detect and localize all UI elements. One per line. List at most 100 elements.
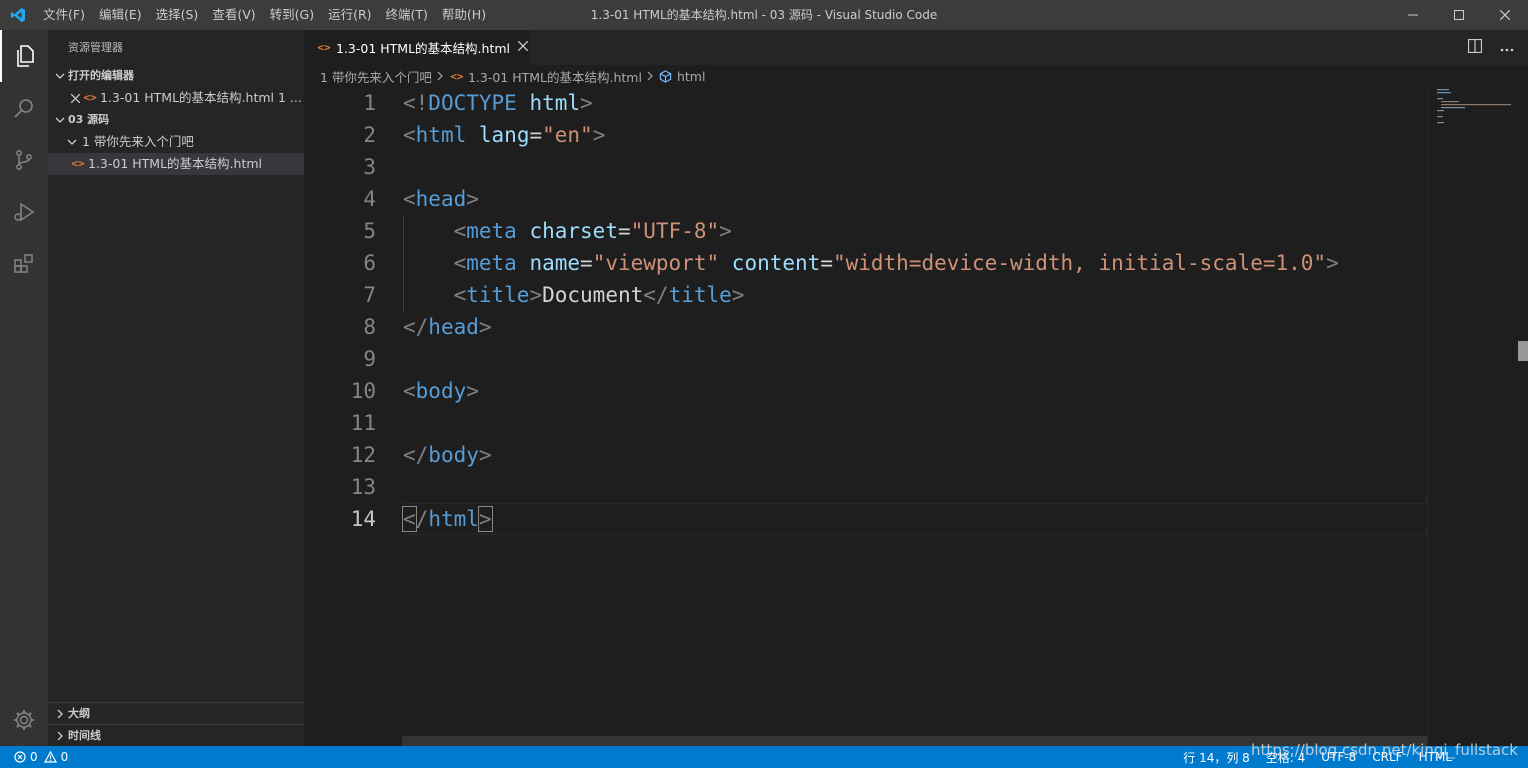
symbol-icon — [659, 69, 672, 83]
menu-edit[interactable]: 编辑(E) — [92, 0, 149, 30]
menu-terminal[interactable]: 终端(T) — [379, 0, 435, 30]
error-count: 0 — [30, 750, 38, 764]
code-editor[interactable]: 1 2 3 4 5 6 7 8 9 10 11 12 13 14 <!DOCTYPE html> <html… — [304, 87, 1528, 746]
code-line: ​ — [403, 471, 1339, 503]
scrollbar-thumb[interactable] — [1518, 341, 1528, 361]
chevron-right-icon — [647, 69, 654, 84]
vscode-logo-icon — [0, 0, 36, 30]
code-token: </ — [403, 443, 429, 467]
code-token: body — [428, 443, 479, 467]
folder-item[interactable]: 1 带你先来入个门吧 — [48, 131, 304, 153]
maximize-button[interactable] — [1436, 0, 1482, 30]
outline-label: 大纲 — [68, 706, 90, 720]
extensions-activity[interactable] — [0, 238, 48, 290]
breadcrumb-folder[interactable]: 1 带你先来入个门吧 — [320, 67, 432, 86]
search-icon — [14, 99, 33, 118]
more-actions-button[interactable] — [1500, 41, 1514, 55]
close-icon — [1500, 10, 1510, 20]
code-token: DOCTYPE — [428, 91, 517, 115]
menu-selection[interactable]: 选择(S) — [149, 0, 206, 30]
code-token: < — [453, 251, 467, 275]
code-token: name — [529, 251, 581, 275]
manage-activity[interactable] — [0, 700, 48, 740]
html-file-icon: <> — [71, 157, 85, 170]
menu-run[interactable]: 运行(R) — [321, 0, 378, 30]
activity-bar — [0, 30, 48, 746]
code-token: lang — [478, 123, 530, 147]
code-line: <body> — [403, 375, 1339, 407]
chevron-down-icon — [64, 137, 80, 147]
workspace-header[interactable]: 03 源码 — [48, 109, 304, 131]
code-line: <meta charset="UTF-8"> — [403, 215, 1339, 247]
editor-tab-active[interactable]: <> 1.3-01 HTML的基本结构.html — [304, 30, 530, 65]
code-token: < — [453, 219, 467, 243]
code-token: head — [415, 187, 467, 211]
timeline-label: 时间线 — [68, 728, 101, 742]
close-icon[interactable] — [68, 93, 82, 103]
explorer-sidebar: 资源管理器 打开的编辑器 <> 1.3-01 HTML的基本结构.html 1 … — [48, 30, 304, 746]
close-window-button[interactable] — [1482, 0, 1528, 30]
code-token: > — [580, 91, 593, 115]
chevron-down-icon — [52, 71, 68, 81]
code-token: title — [466, 283, 530, 307]
line-number: 8 — [363, 315, 376, 339]
close-tab-button[interactable] — [517, 40, 529, 55]
window-controls — [1390, 0, 1528, 30]
maximize-icon — [1454, 10, 1464, 20]
breadcrumb-file[interactable]: 1.3-01 HTML的基本结构.html — [468, 67, 642, 86]
split-editor-icon — [1467, 38, 1483, 54]
split-editor-button[interactable] — [1467, 38, 1483, 56]
open-editors-label: 打开的编辑器 — [68, 69, 134, 82]
chevron-right-icon — [437, 69, 444, 84]
timeline-header[interactable]: 时间线 — [48, 724, 304, 746]
line-number: 7 — [363, 283, 376, 307]
code-token: content — [731, 251, 821, 275]
sidebar-title: 资源管理器 — [68, 41, 123, 54]
workspace-label: 03 源码 — [68, 113, 110, 126]
outline-header[interactable]: 大纲 — [48, 702, 304, 724]
title-bar: 文件(F) 编辑(E) 选择(S) 查看(V) 转到(G) 运行(R) 终端(T… — [0, 0, 1528, 30]
code-token: > — [478, 315, 492, 339]
code-line: <title>Document</title> — [403, 279, 1339, 311]
minimize-button[interactable] — [1390, 0, 1436, 30]
source-control-activity[interactable] — [0, 134, 48, 186]
line-number: 12 — [350, 443, 376, 467]
code-token: = — [529, 123, 543, 147]
code-line: <html lang="en"> — [403, 119, 1339, 151]
folder-label: 1 带你先来入个门吧 — [82, 134, 194, 149]
menu-file[interactable]: 文件(F) — [36, 0, 92, 30]
run-debug-activity[interactable] — [0, 186, 48, 238]
open-editor-item[interactable]: <> 1.3-01 HTML的基本结构.html 1 ... — [48, 87, 304, 109]
line-number: 2 — [363, 123, 376, 147]
search-activity[interactable] — [0, 82, 48, 134]
code-token: > — [719, 219, 732, 243]
tab-label: 1.3-01 HTML的基本结构.html — [336, 41, 510, 56]
code-token: > — [466, 187, 479, 211]
chevron-right-icon — [52, 731, 68, 741]
line-number: 14 — [350, 507, 376, 531]
explorer-activity[interactable] — [0, 30, 48, 82]
problems-indicator[interactable]: 0 0 — [0, 750, 68, 764]
menu-help[interactable]: 帮助(H) — [435, 0, 493, 30]
file-item[interactable]: <> 1.3-01 HTML的基本结构.html — [48, 153, 304, 175]
line-number: 10 — [350, 379, 376, 403]
cursor-position[interactable]: 行 14，列 8 — [1183, 749, 1250, 766]
code-token: html — [428, 507, 479, 531]
code-token: "UTF-8" — [630, 219, 720, 243]
line-number: 6 — [363, 251, 376, 275]
menu-view[interactable]: 查看(V) — [205, 0, 262, 30]
breadcrumb-symbol[interactable]: html — [677, 69, 705, 84]
code-token: > — [1326, 251, 1339, 275]
editor-actions — [1467, 30, 1514, 65]
chevron-right-icon — [52, 709, 68, 719]
minimap[interactable] — [1427, 87, 1528, 746]
code-token: "width=device-width, initial-scale=1.0" — [832, 251, 1327, 275]
open-editors-header[interactable]: 打开的编辑器 — [48, 65, 304, 87]
code-token: title — [668, 283, 732, 307]
line-number: 13 — [350, 475, 376, 499]
code-token: <! — [403, 91, 429, 115]
code-token: html — [529, 91, 581, 115]
code-token: meta — [466, 251, 517, 275]
menu-go[interactable]: 转到(G) — [263, 0, 321, 30]
